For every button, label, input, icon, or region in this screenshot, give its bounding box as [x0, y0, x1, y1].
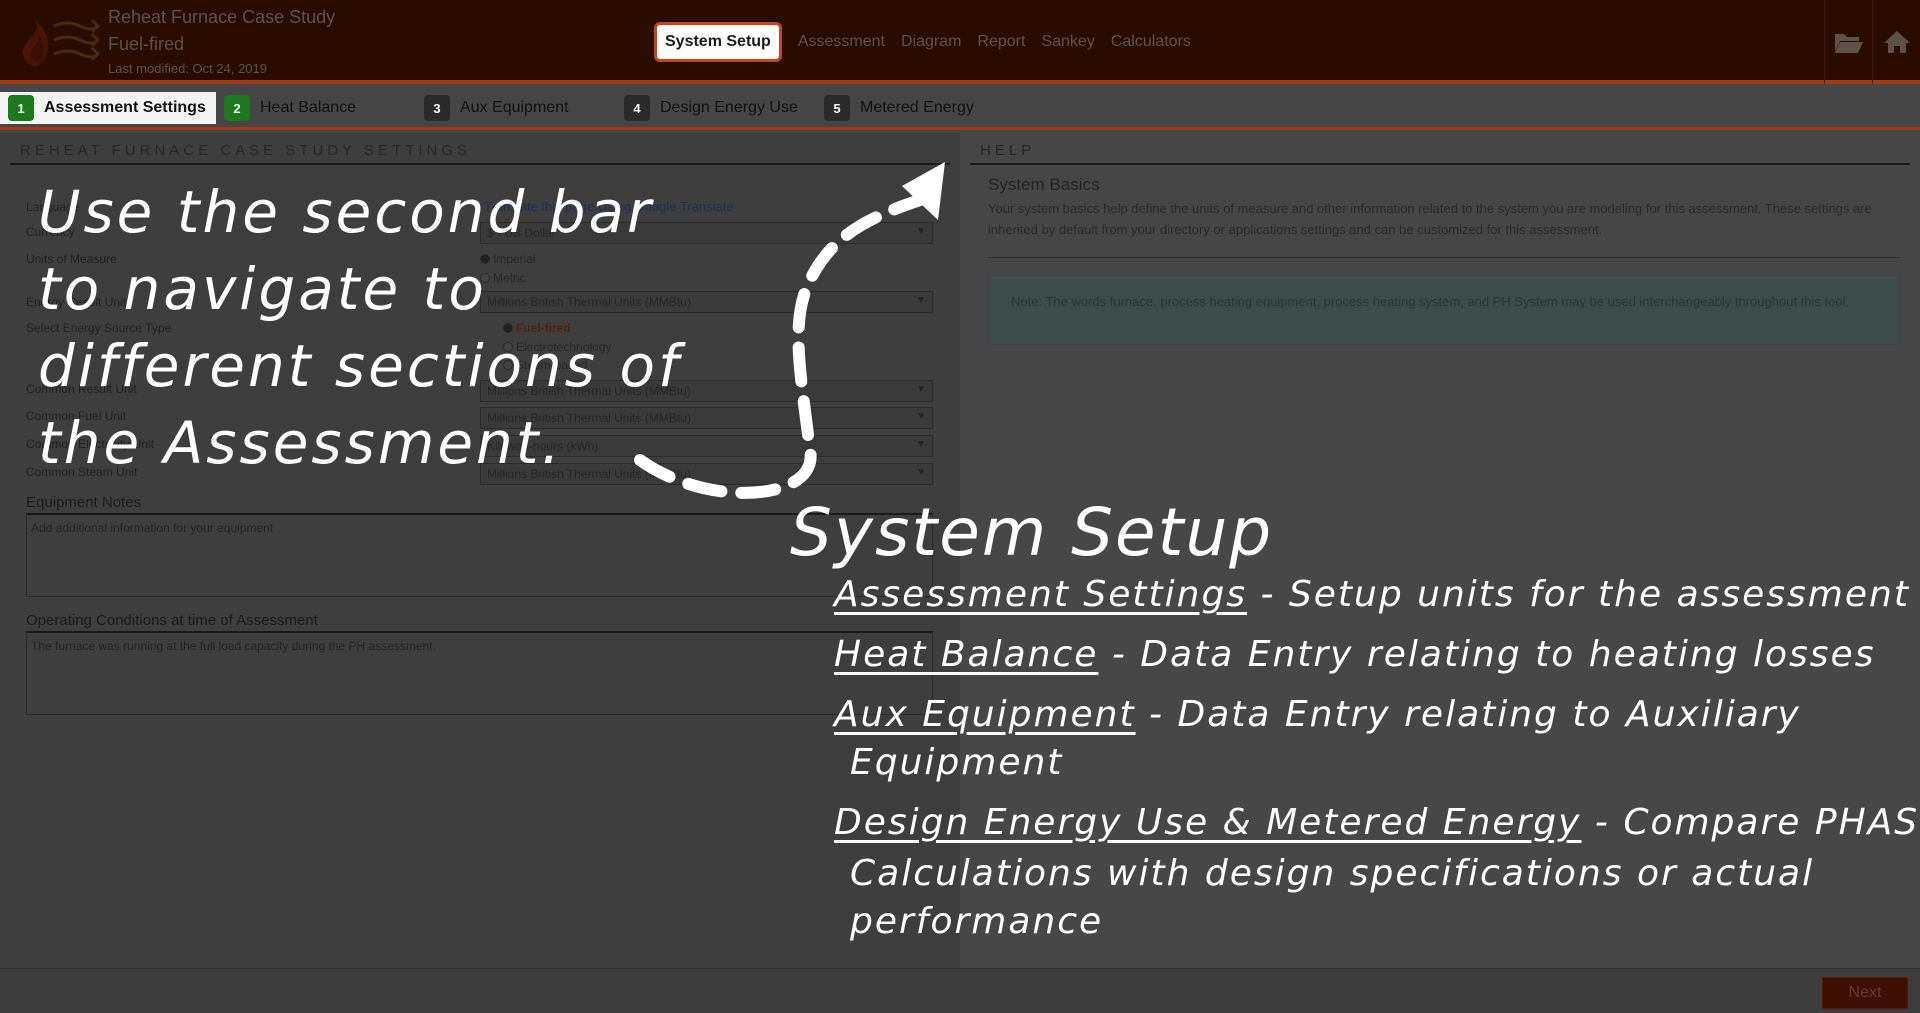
overlay-item-design-energy: Design Energy Use & Metered Energy - Com… — [834, 802, 1920, 843]
step-label: Assessment Settings — [44, 99, 206, 116]
overlay-term: Design Energy Use & Metered Energy — [834, 802, 1582, 843]
overlay-desc: - Data Entry relating to Auxiliary — [1135, 694, 1801, 735]
step-design-energy-use[interactable]: 4 Design Energy Use — [616, 92, 798, 124]
help-heading: System Basics — [988, 175, 1100, 194]
folder-open-icon[interactable] — [1824, 0, 1872, 84]
operating-conditions-label: Operating Conditions at time of Assessme… — [26, 612, 318, 629]
tutorial-callout: Use the second bar to navigate to differ… — [38, 174, 681, 482]
step-label: Aux Equipment — [460, 99, 569, 116]
overlay-cont-line: Calculations with design specifications … — [850, 853, 1815, 894]
overlay-cont-line: performance — [850, 901, 1104, 942]
nav-report[interactable]: Report — [977, 31, 1025, 53]
help-note: Note: The words furnace, process heating… — [988, 275, 1900, 345]
overlay-item-aux-equipment-cont: Equipment — [850, 742, 1064, 783]
assessment-title: Reheat Furnace Case Study — [108, 7, 336, 27]
dashed-arrow-icon — [634, 162, 945, 499]
callout-line: different sections of — [38, 332, 682, 400]
step-label: Heat Balance — [260, 99, 357, 116]
nav-system-setup[interactable]: System Setup — [654, 22, 782, 62]
nav-assessment[interactable]: Assessment — [798, 31, 885, 53]
overlay-desc: - Compare PHAST — [1581, 802, 1920, 843]
overlay-item-aux-equipment: Aux Equipment - Data Entry relating to A… — [834, 694, 1801, 735]
step-metered-energy[interactable]: 5 Metered Energy — [816, 92, 974, 124]
callout-line: Use the second bar — [38, 178, 654, 246]
overlay-term: Aux Equipment — [834, 694, 1136, 735]
assessment-step-bar: 1 Assessment Settings 2 Heat Balance 3 A… — [0, 88, 1920, 130]
furnace-logo-icon — [22, 18, 100, 67]
step-assessment-settings[interactable]: 1 Assessment Settings — [0, 92, 216, 124]
nav-sankey[interactable]: Sankey — [1041, 31, 1094, 53]
assessment-title-block: Reheat Furnace Case Study Fuel-fired Las… — [108, 6, 335, 78]
help-title-rule — [970, 163, 1910, 165]
step-number: 4 — [624, 95, 650, 121]
app-header: Reheat Furnace Case Study Fuel-fired Las… — [0, 0, 1920, 84]
step-label: Design Energy Use — [660, 99, 798, 116]
overlay-desc: - Data Entry relating to heating losses — [1098, 634, 1876, 675]
step-number: 5 — [824, 95, 850, 121]
assessment-energy-type: Fuel-fired — [108, 34, 185, 54]
callout-line: the Assessment. — [38, 409, 563, 477]
nav-diagram[interactable]: Diagram — [901, 31, 961, 53]
next-button[interactable]: Next — [1822, 977, 1908, 1009]
home-icon[interactable] — [1872, 0, 1920, 84]
header-actions — [1824, 0, 1920, 84]
overlay-title: System Setup — [790, 494, 1274, 571]
step-number: 1 — [8, 95, 34, 121]
callout-line: to navigate to — [38, 255, 487, 323]
equipment-notes-label: Equipment Notes — [26, 494, 142, 511]
settings-title: REHEAT FURNACE CASE STUDY SETTINGS — [20, 142, 472, 159]
overlay-item-design-energy-cont: Calculations with design specifications … — [850, 850, 1814, 946]
page-footer: Next — [0, 968, 1920, 1013]
overlay-desc: - Setup units for the assessment — [1247, 574, 1910, 615]
nav-calculators[interactable]: Calculators — [1111, 31, 1191, 53]
overlay-term: Heat Balance — [834, 634, 1099, 675]
operating-conditions-textarea[interactable]: The furnace was running at the full load… — [26, 631, 933, 715]
step-heat-balance[interactable]: 2 Heat Balance — [216, 92, 356, 124]
overlay-item-assessment-settings: Assessment Settings - Setup units for th… — [834, 574, 1910, 615]
overlay-item-heat-balance: Heat Balance - Data Entry relating to he… — [834, 634, 1875, 675]
help-title: HELP — [980, 142, 1036, 159]
last-modified: Last modified: Oct 24, 2019 — [108, 61, 267, 76]
overlay-term: Assessment Settings — [834, 574, 1248, 615]
main-nav: System Setup Assessment Diagram Report S… — [654, 22, 1207, 62]
step-aux-equipment[interactable]: 3 Aux Equipment — [416, 92, 569, 124]
help-text: Your system basics help define the units… — [988, 201, 1872, 237]
step-label: Metered Energy — [860, 99, 974, 116]
help-divider — [988, 257, 1900, 258]
step-number: 3 — [424, 95, 450, 121]
step-number: 2 — [224, 95, 250, 121]
